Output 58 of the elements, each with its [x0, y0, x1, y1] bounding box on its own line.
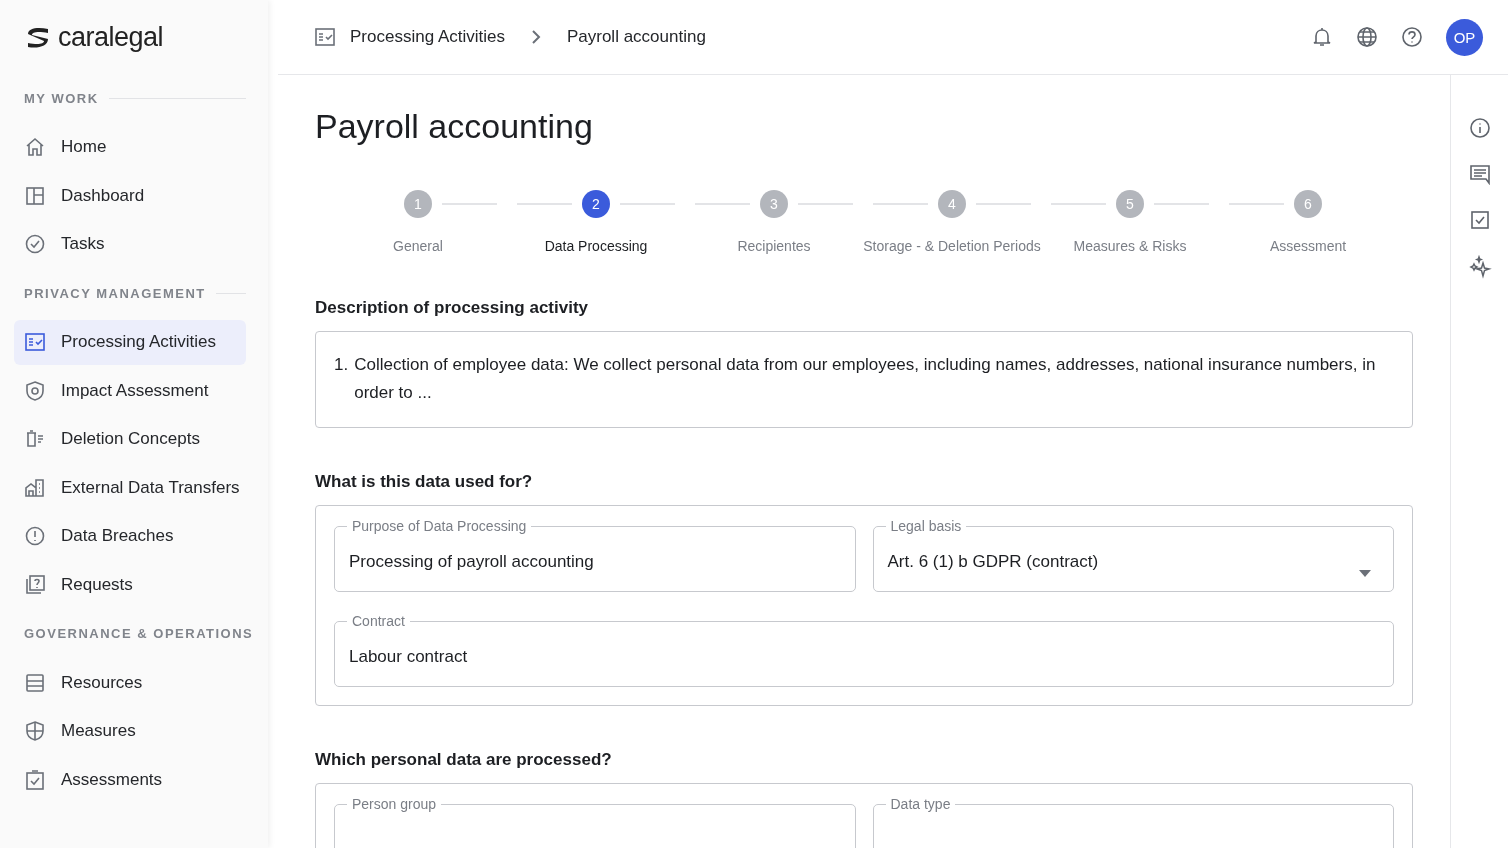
- section-heading: What is this data used for?: [315, 472, 534, 492]
- checkbox-icon[interactable]: [1468, 209, 1491, 231]
- description-field[interactable]: 1. Collection of employee data: We collect personal data from our employees, including names, addresses, national insurance numbers, in order to ...: [315, 331, 1413, 428]
- breadcrumb-link[interactable]: Processing Activities: [350, 27, 505, 47]
- step-label[interactable]: Assessment: [1269, 238, 1347, 254]
- list-icon: [24, 671, 46, 694]
- breadcrumb-link[interactable]: Payroll accounting: [566, 27, 706, 47]
- section-heading: Which personal data are processed?: [315, 750, 613, 770]
- nav-item[interactable]: Processing Activities: [14, 319, 246, 365]
- page-title: Payroll accounting: [315, 107, 594, 146]
- user-avatar[interactable]: OP: [1446, 18, 1483, 56]
- nav-item[interactable]: Measures: [14, 708, 246, 754]
- home-icon: [24, 136, 46, 158]
- caret-down-icon: [1359, 570, 1371, 577]
- section-heading: Description of processing activity: [315, 298, 589, 318]
- nav-item[interactable]: Deletion Concepts: [14, 416, 246, 462]
- nav-item[interactable]: Assessments: [14, 757, 246, 802]
- step-label[interactable]: General: [393, 238, 443, 254]
- select-field[interactable]: Legal basis Art. 6 (1) b GDPR (contract): [872, 518, 1394, 592]
- checklist-icon: [314, 26, 336, 48]
- input-field[interactable]: Person group: [334, 796, 856, 848]
- shield-icon: [24, 720, 46, 742]
- section-heading: PRIVACY MANAGEMENT: [24, 285, 206, 301]
- input-field[interactable]: Data type: [872, 796, 1394, 848]
- input-field[interactable]: Purpose of Data Processing Processing of payroll accounting: [334, 518, 856, 592]
- dashboard-icon: [24, 184, 46, 207]
- nav-item[interactable]: Requests: [14, 562, 246, 607]
- step-label[interactable]: Measures & Risks: [1073, 238, 1187, 254]
- help-icon[interactable]: [1401, 26, 1423, 48]
- checklist-icon: [24, 331, 46, 353]
- question-card-icon: [24, 573, 46, 596]
- sparkle-icon[interactable]: [1467, 255, 1492, 279]
- nav-item[interactable]: Tasks: [14, 221, 246, 267]
- step-label[interactable]: Recipientes: [737, 238, 811, 254]
- check-circle-icon: [24, 233, 46, 255]
- chevron-right-icon: [530, 29, 541, 45]
- nav-item[interactable]: Resources: [14, 660, 246, 705]
- trash-list-icon: [24, 428, 46, 450]
- shield-icon: [24, 379, 46, 402]
- input-field[interactable]: Contract Labour contract: [334, 613, 1394, 687]
- info-icon[interactable]: [1468, 117, 1491, 139]
- comment-icon[interactable]: [1468, 163, 1491, 185]
- section-heading: MY WORK: [24, 90, 99, 106]
- section-heading: GOVERNANCE & OPERATIONS: [24, 626, 254, 641]
- nav-item[interactable]: Impact Assessment: [14, 368, 246, 413]
- nav-item[interactable]: Data Breaches: [14, 513, 246, 559]
- step-number[interactable]: 2: [582, 190, 610, 218]
- alert-icon: [24, 525, 46, 547]
- logo-text: caralegal: [58, 22, 164, 53]
- building-icon: [24, 476, 46, 499]
- nav-item[interactable]: External Data Transfers: [14, 465, 246, 510]
- notification-bell-icon[interactable]: [1311, 26, 1333, 48]
- step-label[interactable]: Storage - & Deletion Periods: [863, 238, 1041, 254]
- nav-item[interactable]: Home: [14, 124, 246, 170]
- checkbox-icon: [24, 768, 46, 791]
- step-label[interactable]: Data Processing: [544, 238, 648, 254]
- globe-icon[interactable]: [1356, 26, 1378, 48]
- nav-item[interactable]: Dashboard: [14, 173, 246, 218]
